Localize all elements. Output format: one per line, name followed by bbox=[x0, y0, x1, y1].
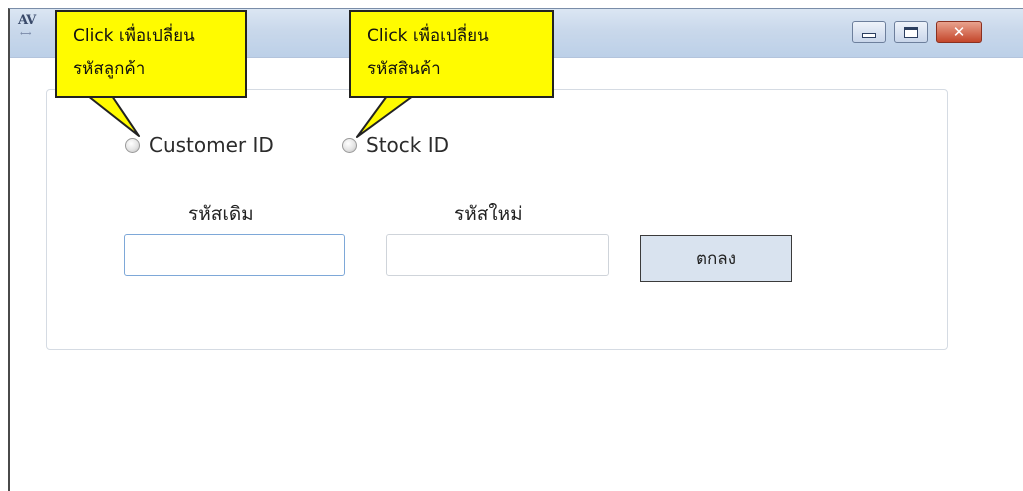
tooltip-line-2: รหัสสินค้า bbox=[367, 59, 441, 79]
app-icon-text: AV bbox=[18, 13, 36, 28]
minimize-icon bbox=[862, 32, 876, 38]
ok-button[interactable]: ตกลง bbox=[640, 235, 792, 282]
radio-circle-icon[interactable] bbox=[342, 137, 357, 153]
app-icon[interactable]: AV ⟷ bbox=[18, 13, 38, 38]
close-button[interactable]: ✕ bbox=[936, 21, 982, 43]
customer-id-radio[interactable]: Customer ID bbox=[125, 133, 274, 157]
tooltip-line-1: Click เพื่อเปลี่ยน bbox=[367, 26, 489, 46]
maximize-icon bbox=[904, 26, 918, 38]
new-code-input[interactable] bbox=[386, 234, 609, 276]
radio-circle-icon[interactable] bbox=[125, 137, 140, 153]
maximize-button[interactable] bbox=[894, 21, 928, 43]
stock-id-radio[interactable]: Stock ID bbox=[342, 133, 449, 157]
stock-id-tooltip: Click เพื่อเปลี่ยน รหัสสินค้า bbox=[349, 10, 554, 98]
new-code-label: รหัสใหม่ bbox=[454, 203, 523, 225]
customer-id-tooltip: Click เพื่อเปลี่ยน รหัสลูกค้า bbox=[55, 10, 247, 98]
old-code-label: รหัสเดิม bbox=[188, 203, 254, 225]
stock-id-label: Stock ID bbox=[366, 133, 450, 157]
old-code-input[interactable] bbox=[124, 234, 345, 276]
tooltip-line-1: Click เพื่อเปลี่ยน bbox=[73, 26, 195, 46]
close-icon: ✕ bbox=[952, 22, 966, 41]
customer-id-label: Customer ID bbox=[149, 133, 274, 157]
minimize-button[interactable] bbox=[852, 21, 886, 43]
tooltip-line-2: รหัสลูกค้า bbox=[73, 59, 146, 79]
